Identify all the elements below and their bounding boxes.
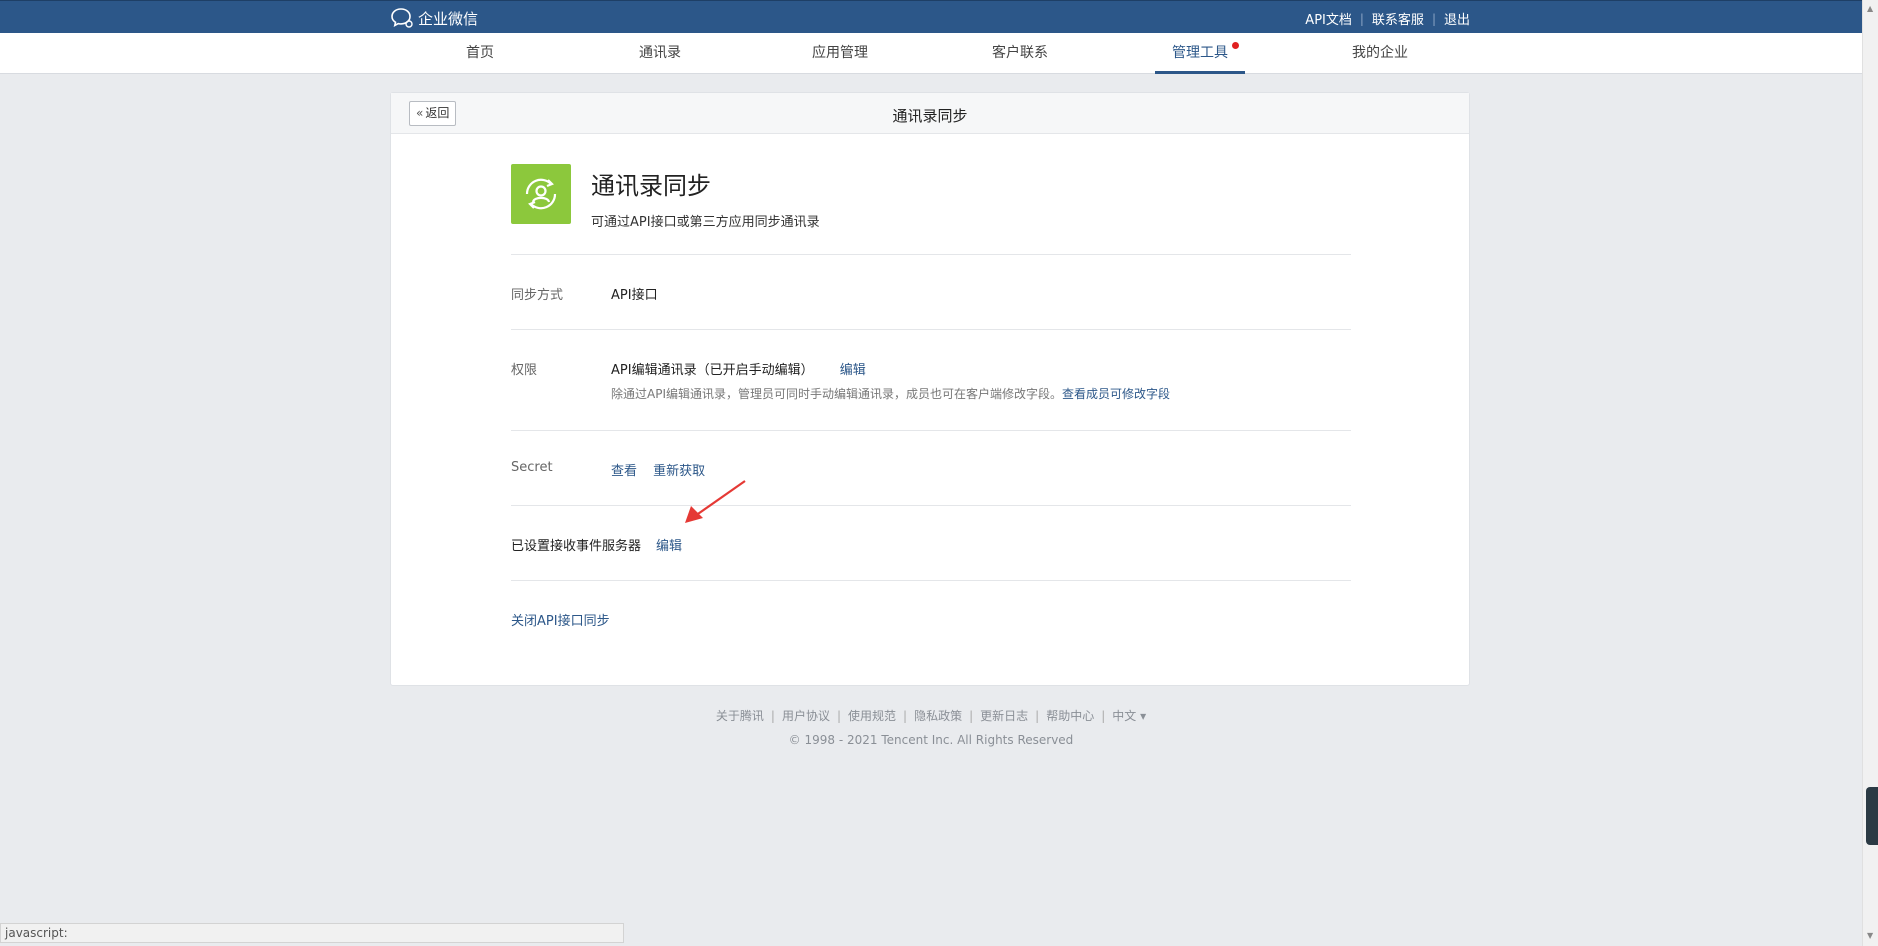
language-select[interactable]: 中文 ▾ — [1112, 709, 1146, 723]
scroll-up-icon[interactable]: ▲ — [1867, 4, 1873, 13]
close-sync-row: 关闭API接口同步 — [511, 580, 1351, 655]
contact-sync-card: « 返回 通讯录同步 通讯录同步 可通过API接口或第三方应用同步通讯录 同步方… — [390, 92, 1470, 686]
editable-fields-link[interactable]: 查看成员可修改字段 — [1062, 387, 1170, 401]
event-server-row: 已设置接收事件服务器 编辑 — [511, 505, 1351, 580]
app-description: 可通过API接口或第三方应用同步通讯录 — [591, 215, 820, 230]
event-server-edit-link[interactable]: 编辑 — [656, 535, 682, 554]
brand-name: 企业微信 — [418, 9, 479, 28]
contact-support-link[interactable]: 联系客服 — [1372, 9, 1424, 28]
help-center-link[interactable]: 帮助中心 — [1046, 709, 1094, 723]
permission-hint: 除通过API编辑通讯录，管理员可同时手动编辑通讯录，成员也可在客户端修改字段。 — [611, 387, 1062, 401]
sync-method-row: 同步方式 API接口 — [511, 254, 1351, 329]
browser-status-bar: javascript: — [0, 923, 624, 943]
footer-separator: | — [1035, 709, 1040, 723]
nav-app-management[interactable]: 应用管理 — [795, 33, 885, 74]
footer-separator: | — [903, 709, 908, 723]
scroll-down-icon[interactable]: ▼ — [1867, 931, 1873, 940]
side-widget-tab[interactable] — [1866, 787, 1878, 845]
permission-row: 权限 API编辑通讯录（已开启手动编辑） 编辑 除通过API编辑通讯录，管理员可… — [511, 329, 1351, 430]
footer-separator: | — [770, 709, 775, 723]
brand-logo[interactable]: 企业微信 — [390, 7, 478, 29]
page-title: 通讯录同步 — [892, 107, 968, 125]
link-separator: | — [1359, 11, 1364, 26]
sync-user-icon — [525, 178, 557, 210]
usage-policy-link[interactable]: 使用规范 — [848, 709, 896, 723]
notification-dot — [1232, 42, 1239, 49]
sync-method-value: API接口 — [611, 288, 658, 303]
nav-management-tools-label: 管理工具 — [1172, 45, 1228, 61]
permission-value-group: API编辑通讯录（已开启手动编辑） 编辑 — [611, 359, 866, 378]
wecom-logo-icon — [391, 8, 413, 28]
top-bar: 企业微信 API文档 | 联系客服 | 退出 — [0, 0, 1878, 33]
permission-edit-link[interactable]: 编辑 — [840, 363, 866, 378]
nav-my-enterprise[interactable]: 我的企业 — [1335, 33, 1425, 74]
privacy-policy-link[interactable]: 隐私政策 — [914, 709, 962, 723]
secret-row: Secret 查看 重新获取 — [511, 430, 1351, 505]
main-nav: 首页 通讯录 应用管理 客户联系 管理工具 我的企业 — [0, 33, 1862, 74]
permission-label: 权限 — [511, 363, 538, 378]
nav-contacts[interactable]: 通讯录 — [615, 33, 705, 74]
nav-home[interactable]: 首页 — [435, 33, 525, 74]
view-secret-link[interactable]: 查看 — [611, 464, 637, 479]
close-api-sync-link[interactable]: 关闭API接口同步 — [511, 610, 610, 629]
logout-link[interactable]: 退出 — [1444, 9, 1470, 28]
secret-actions: 查看 重新获取 — [611, 460, 705, 479]
footer: 关于腾讯 | 用户协议 | 使用规范 | 隐私政策 | 更新日志 | 帮助中心 | 中文 ▾ © 199… — [0, 707, 1862, 747]
link-separator: | — [1431, 11, 1436, 26]
sync-method-label: 同步方式 — [511, 288, 564, 303]
app-name: 通讯录同步 — [591, 172, 711, 200]
changelog-link[interactable]: 更新日志 — [980, 709, 1028, 723]
event-server-label: 已设置接收事件服务器 — [511, 539, 642, 554]
footer-separator: | — [836, 709, 842, 723]
permission-value: API编辑通讯录（已开启手动编辑） — [611, 363, 814, 378]
app-header: 通讯录同步 可通过API接口或第三方应用同步通讯录 — [511, 164, 820, 230]
about-tencent-link[interactable]: 关于腾讯 — [716, 709, 764, 723]
top-links: API文档 | 联系客服 | 退出 — [1305, 9, 1470, 29]
annotation-arrow-icon — [685, 480, 746, 523]
footer-separator: | — [1101, 709, 1106, 723]
copyright: © 1998 - 2021 Tencent Inc. All Rights Re… — [788, 733, 1074, 747]
permission-hint-group: 除通过API编辑通讯录，管理员可同时手动编辑通讯录，成员也可在客户端修改字段。查… — [611, 385, 1170, 402]
user-agreement-link[interactable]: 用户协议 — [782, 709, 830, 723]
nav-customer-contact[interactable]: 客户联系 — [975, 33, 1065, 74]
footer-links: 关于腾讯 | 用户协议 | 使用规范 | 隐私政策 | 更新日志 | 帮助中心 | 中文 ▾ — [0, 707, 1862, 724]
secret-label: Secret — [511, 460, 553, 475]
contact-sync-app-icon — [511, 164, 571, 224]
api-docs-link[interactable]: API文档 — [1305, 9, 1352, 28]
nav-management-tools[interactable]: 管理工具 — [1155, 33, 1245, 74]
card-header: « 返回 通讯录同步 — [391, 93, 1469, 134]
footer-separator: | — [969, 709, 974, 723]
refetch-secret-link[interactable]: 重新获取 — [653, 464, 705, 479]
